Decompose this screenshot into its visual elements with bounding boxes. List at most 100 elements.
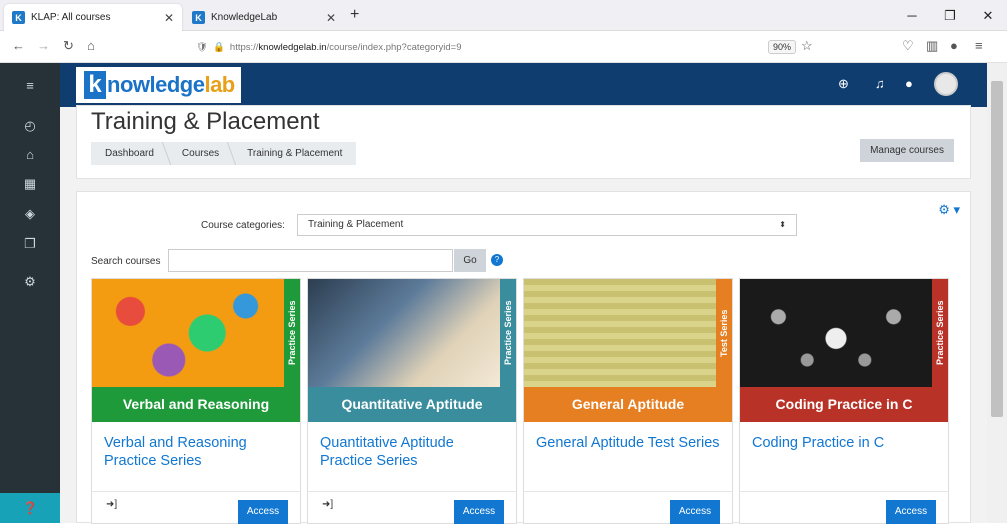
chat-icon[interactable]: ●	[905, 76, 913, 91]
globe-icon[interactable]: ⊕	[838, 76, 849, 92]
course-card[interactable]: Test Series General Aptitude General Apt…	[523, 278, 733, 524]
home-icon[interactable]: ⌂	[22, 147, 38, 163]
lock-icon: 🔒	[213, 41, 225, 53]
site-header: k nowledgelab ⊕ ♫ ●	[60, 63, 987, 107]
access-button[interactable]: Access	[454, 500, 504, 524]
forward-icon[interactable]: →	[37, 38, 50, 53]
course-banner-title: Quantitative Aptitude	[308, 387, 516, 422]
search-input[interactable]	[168, 249, 453, 272]
pocket-icon[interactable]: ♡	[902, 38, 914, 54]
page-scrollbar[interactable]	[987, 63, 1007, 523]
course-banner-title: General Aptitude	[524, 387, 732, 422]
gear-icon[interactable]: ⚙ ▾	[938, 202, 960, 218]
tab-title: KnowledgeLab	[211, 12, 278, 23]
files-icon[interactable]: ❐	[22, 236, 38, 252]
course-image[interactable]: Practice Series Quantitative Aptitude	[308, 279, 516, 422]
course-series-tag: Test Series	[716, 279, 732, 387]
breadcrumb-dashboard[interactable]: Dashboard	[91, 142, 168, 165]
chevron-down-icon: ⬍	[779, 220, 786, 229]
course-footer: Access	[740, 491, 948, 525]
logo-text-accent: lab	[204, 72, 235, 97]
favicon-icon: K	[192, 11, 205, 24]
enrol-icon: ➜]	[322, 499, 334, 510]
layers-icon[interactable]: ◈	[22, 206, 38, 222]
home-icon[interactable]: ⌂	[87, 38, 95, 53]
access-button[interactable]: Access	[886, 500, 936, 524]
scrollbar-thumb[interactable]	[991, 81, 1003, 417]
course-image-art	[524, 279, 716, 387]
course-image-art	[308, 279, 500, 387]
access-button[interactable]: Access	[238, 500, 288, 524]
sidebar-icon[interactable]: ▥	[926, 38, 938, 54]
help-icon[interactable]: ?	[491, 254, 503, 266]
course-image-art	[740, 279, 932, 387]
breadcrumb-current[interactable]: Training & Placement	[233, 142, 356, 165]
dashboard-icon[interactable]: ◴	[22, 118, 38, 134]
course-series-tag: Practice Series	[284, 279, 300, 387]
close-tab-icon[interactable]: ✕	[164, 11, 174, 25]
course-series-tag: Practice Series	[500, 279, 516, 387]
course-card[interactable]: Practice Series Coding Practice in C Cod…	[739, 278, 949, 524]
minimize-icon[interactable]: ─	[893, 0, 931, 31]
course-image[interactable]: Practice Series Verbal and Reasoning	[92, 279, 300, 422]
category-select[interactable]: Training & Placement ⬍	[297, 214, 797, 236]
back-icon[interactable]: ←	[12, 38, 25, 53]
calendar-icon[interactable]: ▦	[22, 176, 38, 192]
hamburger-icon[interactable]: ≡	[22, 78, 38, 94]
course-banner-title: Verbal and Reasoning	[92, 387, 300, 422]
bookmark-star-icon[interactable]: ☆	[801, 38, 813, 54]
breadcrumb: Dashboard Courses Training & Placement	[91, 142, 357, 165]
close-window-icon[interactable]: ✕	[969, 0, 1007, 31]
go-button[interactable]: Go	[454, 249, 486, 272]
favicon-icon: K	[12, 11, 25, 24]
restore-icon[interactable]: ❐	[931, 0, 969, 31]
shield-icon: 🛡	[196, 41, 209, 53]
tab-title: KLAP: All courses	[31, 12, 111, 23]
category-select-value: Training & Placement	[308, 219, 404, 230]
address-bar[interactable]: 🛡 🔒 https:// knowledgelab.in /course/ind…	[196, 36, 821, 58]
url-path: /course/index.php?categoryid=9	[326, 41, 462, 53]
page-title: Training & Placement	[91, 108, 320, 135]
settings-icon[interactable]: ⚙	[22, 274, 38, 290]
site-logo[interactable]: k nowledgelab	[76, 67, 241, 103]
course-card[interactable]: Practice Series Quantitative Aptitude Qu…	[307, 278, 517, 524]
logo-text: nowledgelab	[107, 72, 235, 98]
course-image[interactable]: Test Series General Aptitude	[524, 279, 732, 422]
logo-text-main: nowledge	[107, 72, 205, 97]
bell-icon[interactable]: ♫	[875, 76, 885, 91]
menu-icon[interactable]: ≡	[975, 38, 983, 53]
course-image[interactable]: Practice Series Coding Practice in C	[740, 279, 948, 422]
page-content: Training & Placement Dashboard Courses T…	[60, 105, 987, 524]
help-icon[interactable]: ❓	[0, 493, 60, 523]
access-button[interactable]: Access	[670, 500, 720, 524]
browser-navbar: ← → ↻ ⌂ 🛡 🔒 https:// knowledgelab.in /co…	[0, 31, 1007, 63]
course-card[interactable]: Practice Series Verbal and Reasoning Ver…	[91, 278, 301, 524]
close-tab-icon[interactable]: ✕	[326, 11, 336, 25]
course-name-link[interactable]: General Aptitude Test Series	[536, 434, 722, 452]
zoom-level[interactable]: 90%	[768, 40, 797, 54]
course-name-link[interactable]: Verbal and Reasoning Practice Series	[104, 434, 290, 470]
course-listing-card: ⚙ ▾ Course categories: Training & Placem…	[76, 191, 971, 524]
course-banner-title: Coding Practice in C	[740, 387, 948, 422]
avatar[interactable]	[934, 72, 958, 96]
search-label: Search courses	[91, 256, 161, 267]
url-prefix: https://	[229, 41, 259, 53]
enrol-icon: ➜]	[106, 499, 118, 510]
course-series-tag: Practice Series	[932, 279, 948, 387]
page-header-card: Training & Placement Dashboard Courses T…	[76, 105, 971, 179]
course-name-link[interactable]: Coding Practice in C	[752, 434, 938, 452]
breadcrumb-courses[interactable]: Courses	[168, 142, 233, 165]
browser-tab[interactable]: K KnowledgeLab ✕	[184, 4, 344, 31]
course-name-link[interactable]: Quantitative Aptitude Practice Series	[320, 434, 506, 470]
new-tab-button[interactable]: +	[350, 6, 359, 24]
logo-k: k	[84, 71, 106, 99]
url-domain: knowledgelab.in	[258, 41, 327, 53]
course-image-art	[92, 279, 284, 387]
reload-icon[interactable]: ↻	[63, 38, 74, 54]
manage-courses-button[interactable]: Manage courses	[860, 139, 954, 162]
left-drawer: ≡ ◴ ⌂ ▦ ◈ ❐ ⚙ ❓	[0, 63, 60, 523]
browser-tab-active[interactable]: K KLAP: All courses ✕	[4, 4, 182, 31]
course-footer: ➜] Access	[308, 491, 516, 525]
account-icon[interactable]: ●	[950, 38, 958, 53]
course-footer: ➜] Access	[92, 491, 300, 525]
